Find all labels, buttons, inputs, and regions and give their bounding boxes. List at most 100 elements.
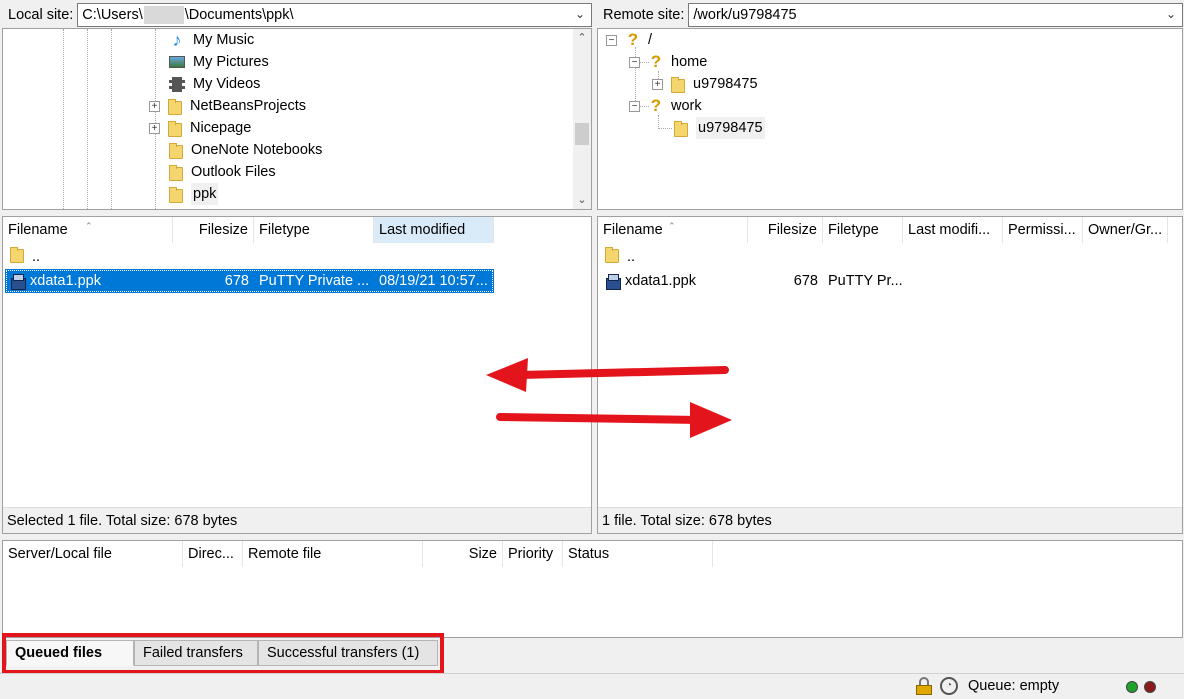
putty-key-icon [10,273,26,291]
transfer-arrows-annotation [486,358,732,438]
lock-icon [916,677,932,695]
file-size: 678 [793,273,818,289]
tree-item-label: u9798475 [696,117,765,139]
column-header-size[interactable]: Size [423,541,503,567]
remote-tree-home[interactable]: − ? home [629,51,707,73]
speed-limit-icon[interactable]: ◔ [940,677,958,695]
green-led-icon [1126,681,1138,693]
tree-item-label: ppk [191,183,219,205]
column-header-filename[interactable]: ⌃ Filename [598,217,748,243]
collapse-minus-icon[interactable]: − [629,100,640,112]
tabs-highlight-annotation [2,633,444,674]
unknown-folder-icon: ? [650,96,662,115]
tree-item-label: OneNote Notebooks [191,142,323,158]
folder-icon [10,247,24,263]
remote-site-combo[interactable]: /work/u9798475 ⌄ [688,3,1183,27]
remote-status-bar: 1 file. Total size: 678 bytes [598,507,1182,533]
unknown-folder-icon: ? [650,52,662,71]
tree-item-outlook-files[interactable]: Outlook Files [169,161,276,183]
main-status-bar: ◔ Queue: empty [0,673,1184,699]
local-status-bar: Selected 1 file. Total size: 678 bytes [3,507,591,533]
local-site-combo[interactable]: C:\Users\ \Documents\ppk\ ⌄ [77,3,592,27]
tree-item-label: Outlook Files [191,164,276,180]
remote-site-bar: Remote site: /work/u9798475 ⌄ [597,1,1183,29]
column-header-priority[interactable]: Priority [503,541,563,567]
local-site-bar: Local site: C:\Users\ \Documents\ppk\ ⌄ [2,1,592,29]
tree-item-label: My Pictures [193,54,269,70]
column-header-filetype[interactable]: Filetype [254,217,374,243]
tree-item-label: / [648,32,653,48]
putty-key-icon [605,273,621,291]
scroll-thumb[interactable] [575,123,589,145]
file-name: xdata1.ppk [30,273,101,289]
remote-path: /work/u9798475 [693,7,797,23]
collapse-minus-icon[interactable]: − [606,34,617,46]
tree-item-my-videos[interactable]: My Videos [169,73,260,95]
list-item-xdata1-ppk[interactable]: xdata1.ppk 678 PuTTY Private ... 08/19/2… [5,269,494,293]
tree-item-my-music[interactable]: ♪ My Music [169,29,255,51]
chevron-down-icon[interactable]: ⌄ [1166,7,1176,21]
tree-item-label: home [671,54,708,70]
chevron-down-icon[interactable]: ⌄ [575,7,585,21]
file-name: .. [32,249,41,265]
column-header-status[interactable]: Status [563,541,713,567]
expand-plus-icon[interactable]: + [652,78,663,90]
file-type: PuTTY Pr... [828,273,903,289]
column-header-server-local-file[interactable]: Server/Local file [3,541,183,567]
column-header-last-modified[interactable]: Last modified [374,217,494,243]
collapse-minus-icon[interactable]: − [629,56,640,68]
scroll-down-icon[interactable]: ⌄ [573,191,591,209]
folder-icon [169,143,183,159]
column-header-filename[interactable]: ⌃ Filename [3,217,173,243]
list-item-xdata1-ppk[interactable]: xdata1.ppk 678 PuTTY Pr... [598,269,998,293]
folder-icon [674,121,688,137]
folder-icon [605,247,619,263]
tree-item-label: My Videos [193,76,261,92]
folder-icon [169,187,183,203]
local-directory-tree[interactable]: ♪ My Music My Pictures My Videos + NetBe… [2,28,592,210]
column-header-filesize[interactable]: Filesize [748,217,823,243]
redacted-username [143,6,184,24]
local-path-prefix: C:\Users\ [82,7,143,23]
remote-tree-root[interactable]: − ? / [606,29,652,51]
videos-film-icon [169,76,185,92]
tree-item-my-pictures[interactable]: My Pictures [169,51,269,73]
local-path-suffix: \Documents\ppk\ [184,7,294,23]
list-item-parent-dir[interactable]: .. [598,245,998,269]
tree-item-netbeansprojects[interactable]: + NetBeansProjects [149,95,306,117]
tree-item-label: NetBeansProjects [190,98,307,114]
music-note-icon: ♪ [172,30,182,50]
tree-item-nicepage[interactable]: + Nicepage [149,117,251,139]
remote-tree-work-user[interactable]: u9798475 [674,117,765,139]
queue-status-text: Queue: empty [968,678,1060,694]
remote-directory-tree[interactable]: − ? / − ? home + u9798475 − ? work u9798… [597,28,1183,210]
column-header-remote-file[interactable]: Remote file [243,541,423,567]
expand-plus-icon[interactable]: + [149,122,160,134]
column-header-filesize[interactable]: Filesize [173,217,254,243]
file-modified: 08/19/21 10:57... [379,273,488,289]
pictures-icon [169,56,185,68]
folder-icon [168,99,182,115]
folder-icon [671,77,685,93]
tree-item-onenote-notebooks[interactable]: OneNote Notebooks [169,139,322,161]
folder-icon [168,121,182,137]
scroll-up-icon[interactable]: ⌃ [573,29,591,47]
column-header-last-modified[interactable]: Last modifi... [903,217,1003,243]
column-header-permissions[interactable]: Permissi... [1003,217,1083,243]
file-type: PuTTY Private ... [259,273,370,289]
tree-item-label: u9798475 [693,76,758,92]
remote-site-label: Remote site: [603,7,685,23]
arrow-left-icon [486,358,729,392]
column-header-owner-group[interactable]: Owner/Gr... [1083,217,1168,243]
file-size: 678 [224,273,249,289]
local-tree-scrollbar[interactable]: ⌃ ⌄ [573,29,591,209]
remote-tree-work[interactable]: − ? work [629,95,702,117]
list-item-parent-dir[interactable]: .. [3,245,493,269]
tree-item-ppk[interactable]: ppk [169,183,219,205]
column-header-direction[interactable]: Direc... [183,541,243,567]
transfer-queue-list[interactable]: Server/Local file Direc... Remote file S… [2,540,1183,638]
expand-plus-icon[interactable]: + [149,100,160,112]
remote-tree-home-user[interactable]: + u9798475 [652,73,758,95]
column-header-filetype[interactable]: Filetype [823,217,903,243]
folder-icon [169,165,183,181]
